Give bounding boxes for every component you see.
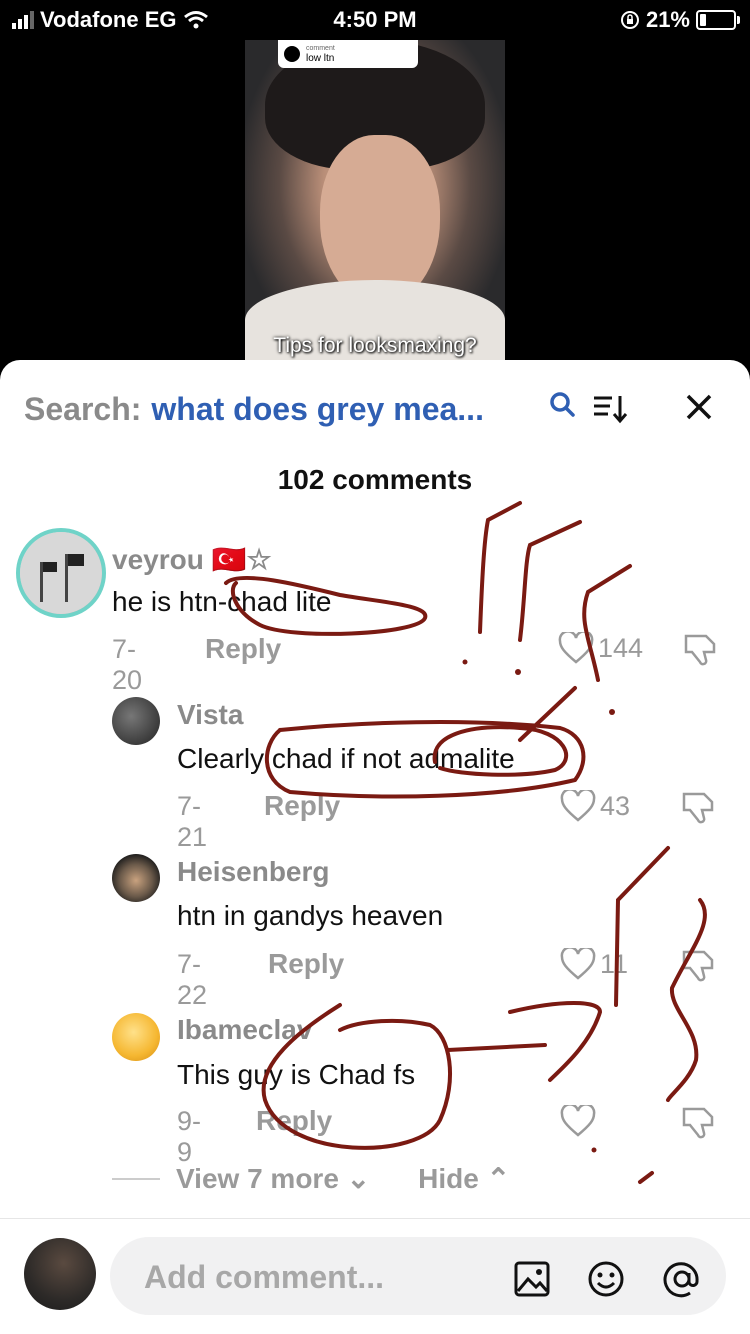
battery-icon <box>696 10 740 30</box>
mention-icon[interactable] <box>662 1259 702 1299</box>
comments-sheet: Search: what does grey mea... 102 commen… <box>0 360 750 1334</box>
video-preview[interactable]: comment low ltn Tips for looksmaxing? <box>245 40 505 360</box>
reply-button[interactable]: Reply <box>264 790 340 822</box>
heart-icon <box>558 632 594 664</box>
like-count: 144 <box>598 632 644 663</box>
reply-comment-chip: comment low ltn <box>278 40 418 68</box>
battery-group: 21% <box>620 7 740 33</box>
comment-username[interactable]: Heisenberg <box>177 856 330 888</box>
comment-date: 7-22 <box>177 949 208 1010</box>
reply-button[interactable]: Reply <box>268 948 344 980</box>
flag-emoji: 🇹🇷☆ <box>211 544 272 575</box>
dislike-icon[interactable] <box>680 1105 716 1139</box>
heart-icon <box>560 948 596 980</box>
heart-icon <box>560 1105 596 1137</box>
search-label: Search: <box>24 390 142 427</box>
video-caption: Tips for looksmaxing? <box>273 334 477 357</box>
battery-percent: 21% <box>645 7 690 32</box>
chip-avatar <box>284 46 300 62</box>
avatar[interactable] <box>112 854 160 902</box>
status-bar: Vodafone EG 4:50 PM 21% <box>0 0 750 40</box>
hide-button[interactable]: Hide ⌃ <box>418 1162 510 1195</box>
comment-placeholder: Add comment... <box>144 1259 385 1295</box>
comments-count: 102 comments <box>277 464 473 495</box>
orientation-lock-icon <box>620 11 639 29</box>
search-icon[interactable] <box>548 390 576 418</box>
comment-text: Clearly chad if not admalite <box>177 743 515 774</box>
comment-username[interactable]: Ibameclav <box>177 1014 312 1046</box>
avatar[interactable] <box>112 697 160 745</box>
like-button[interactable] <box>560 1105 596 1137</box>
like-button[interactable]: 11 <box>560 948 628 980</box>
dislike-icon[interactable] <box>680 790 716 824</box>
like-count: 11 <box>600 948 629 979</box>
like-button[interactable]: 43 <box>560 790 630 822</box>
close-icon[interactable] <box>684 392 714 422</box>
reply-button[interactable]: Reply <box>256 1105 332 1137</box>
dislike-icon[interactable] <box>682 632 718 666</box>
comment-date: 7-20 <box>112 634 143 695</box>
comment-date: 9-9 <box>177 1106 202 1167</box>
heart-icon <box>560 790 596 822</box>
comment-username[interactable]: Vista <box>177 699 243 731</box>
comment-text: htn in gandys heaven <box>177 900 444 931</box>
view-more-button[interactable]: View 7 more ⌄ <box>176 1162 370 1195</box>
avatar[interactable] <box>16 528 106 618</box>
divider <box>112 1177 160 1180</box>
comment-username[interactable]: veyrou 🇹🇷☆ <box>112 543 272 576</box>
comment-composer: Add comment... <box>0 1218 750 1334</box>
view-more-row: View 7 more ⌄ Hide ⌃ <box>112 1162 510 1195</box>
comment-text: This guy is Chad fs <box>177 1059 416 1090</box>
comment-input[interactable]: Add comment... <box>110 1237 726 1315</box>
sort-icon[interactable] <box>592 392 628 424</box>
my-avatar[interactable] <box>24 1238 96 1310</box>
like-button[interactable]: 144 <box>558 632 643 664</box>
like-count: 43 <box>600 790 631 821</box>
comment-text: he is htn-chad lite <box>112 586 332 617</box>
dislike-icon[interactable] <box>680 948 716 982</box>
chip-text: low ltn <box>306 53 335 64</box>
search-row[interactable]: Search: what does grey mea... <box>24 388 726 430</box>
search-query-link[interactable]: what does grey mea... <box>151 391 484 428</box>
image-icon[interactable] <box>512 1259 552 1299</box>
emoji-icon[interactable] <box>586 1259 626 1299</box>
reply-button[interactable]: Reply <box>205 633 281 665</box>
avatar[interactable] <box>112 1013 160 1061</box>
comment-date: 7-21 <box>177 791 208 852</box>
